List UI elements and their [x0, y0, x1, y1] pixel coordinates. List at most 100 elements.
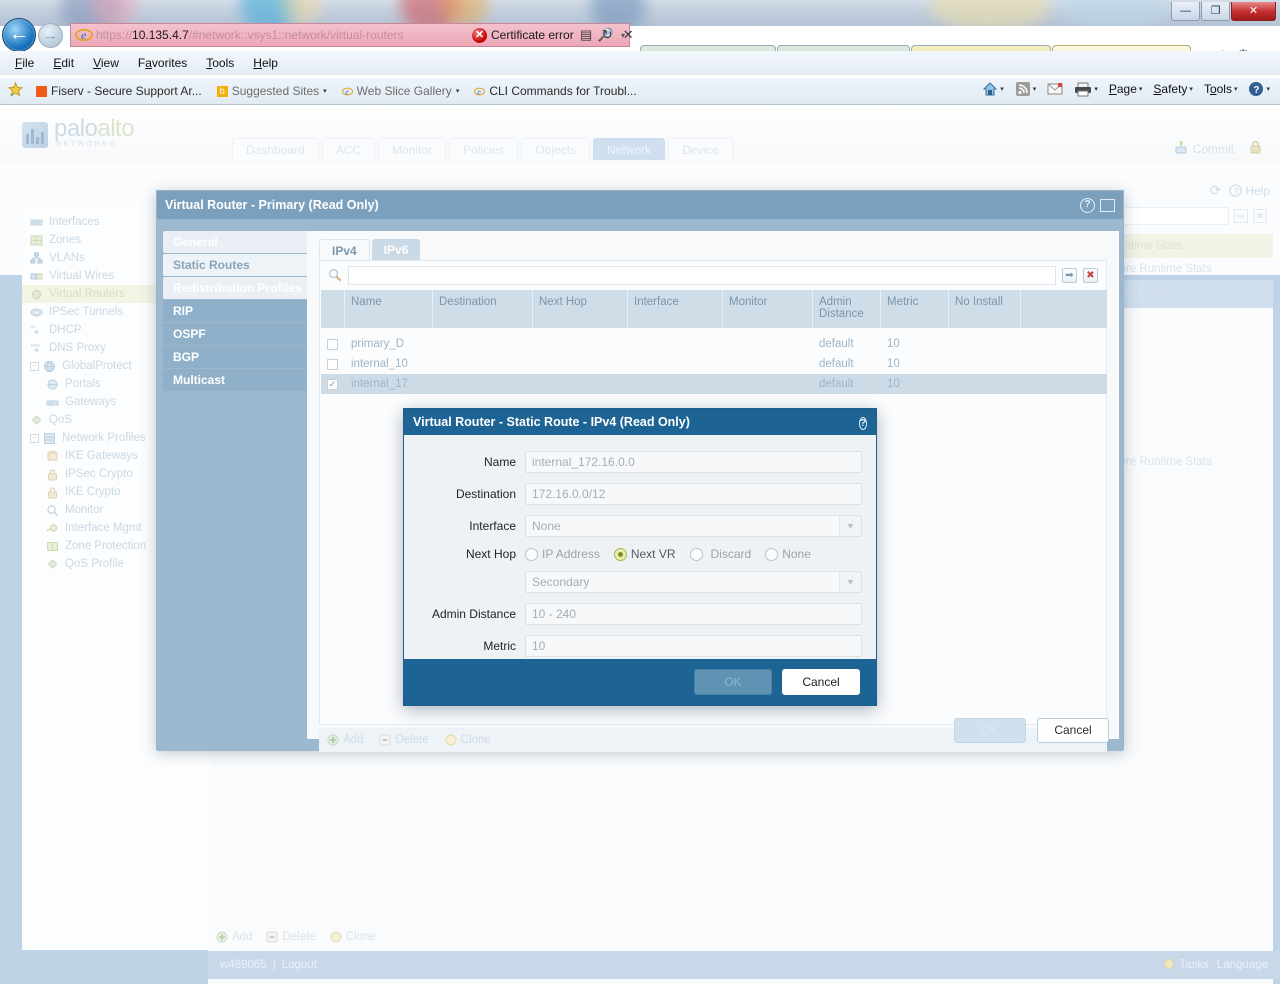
- lock-icon[interactable]: [1249, 140, 1262, 154]
- routes-search-apply-button[interactable]: ➡: [1062, 267, 1077, 283]
- radio-discard[interactable]: Discard: [689, 547, 751, 561]
- cancel-button[interactable]: Cancel: [782, 669, 860, 695]
- back-arrow-icon[interactable]: ←: [2, 18, 36, 52]
- table-row[interactable]: ✓ internal_17 default 10: [321, 374, 1107, 394]
- tab-ipv6[interactable]: IPv6: [371, 239, 421, 261]
- tab-acc[interactable]: ACC: [321, 138, 376, 160]
- vr-tab-general[interactable]: General: [163, 231, 310, 253]
- favorite-item-3[interactable]: e CLI Commands for Troubl...: [468, 82, 642, 100]
- vr-tab-ospf[interactable]: OSPF: [163, 323, 310, 345]
- safety-menu-button[interactable]: Safety ▾: [1149, 81, 1197, 97]
- ip-version-tabs[interactable]: IPv4 IPv6: [319, 239, 421, 261]
- routes-search-clear-button[interactable]: ✖: [1083, 267, 1098, 283]
- home-button[interactable]: ▾: [978, 80, 1008, 98]
- cancel-button[interactable]: Cancel: [1037, 717, 1109, 743]
- tools-menu-button[interactable]: Tools ▾: [1200, 81, 1242, 97]
- menu-bar[interactable]: File Edit View Favorites Tools Help: [0, 51, 1280, 75]
- tab-device[interactable]: Device: [668, 138, 733, 160]
- tasks-button[interactable]: Tasks: [1163, 958, 1209, 973]
- cell-runtime-stats[interactable]: More Runtime Stats: [1102, 284, 1262, 296]
- radio-none[interactable]: None: [765, 547, 811, 561]
- chevron-down-icon[interactable]: ▾: [1094, 85, 1098, 93]
- close-button[interactable]: ✕: [1231, 2, 1276, 21]
- chevron-down-icon[interactable]: ▼: [839, 572, 861, 592]
- pan-main-tabs[interactable]: Dashboard ACC Monitor Policies Objects N…: [232, 138, 733, 160]
- chevron-down-icon[interactable]: ▾: [323, 87, 327, 95]
- tab-dashboard[interactable]: Dashboard: [232, 138, 319, 160]
- chevron-down-icon[interactable]: ▾: [1189, 85, 1193, 93]
- window-controls[interactable]: — ❐ ✕: [1170, 2, 1276, 22]
- menu-help[interactable]: Help: [244, 53, 287, 73]
- stop-icon[interactable]: ✕: [620, 27, 637, 43]
- help-circle-icon[interactable]: ?: [858, 416, 867, 430]
- restore-button[interactable]: ❐: [1201, 2, 1230, 21]
- commit-button[interactable]: Commit: [1174, 140, 1234, 157]
- tab-policies[interactable]: Policies: [449, 138, 519, 160]
- panel-header-icons[interactable]: ⟳ ? Help: [1210, 182, 1270, 199]
- name-field[interactable]: internal_172.16.0.0: [525, 451, 862, 473]
- row-checkbox[interactable]: [327, 338, 338, 350]
- search-apply-button[interactable]: ➡: [1234, 209, 1248, 223]
- certificate-error-badge[interactable]: ✕ Certificate error ▤ ↻ ✕: [472, 24, 637, 46]
- routes-search-input[interactable]: [348, 265, 1056, 285]
- tab-monitor[interactable]: Monitor: [378, 138, 447, 160]
- destination-field[interactable]: 172.16.0.0/12: [525, 483, 862, 505]
- chevron-down-icon[interactable]: ▾: [1000, 85, 1004, 93]
- logout-link[interactable]: Logout: [282, 959, 317, 971]
- collapse-icon[interactable]: −: [30, 433, 39, 443]
- radio-ip-address[interactable]: IP Address: [525, 547, 600, 561]
- forward-arrow-icon[interactable]: →: [38, 23, 63, 48]
- menu-tools[interactable]: Tools: [197, 53, 243, 73]
- read-mail-button[interactable]: [1043, 81, 1067, 97]
- admin-distance-field[interactable]: 10 - 240: [525, 603, 862, 625]
- chevron-down-icon[interactable]: ▾: [1033, 85, 1037, 93]
- table-row[interactable]: primary_D default 10: [321, 334, 1107, 354]
- help-icon[interactable]: ? Help: [1229, 184, 1270, 198]
- table-row[interactable]: internal_10 default 10: [321, 354, 1107, 374]
- ok-button[interactable]: OK: [694, 669, 772, 695]
- row-checkbox[interactable]: ✓: [327, 378, 338, 390]
- interface-select[interactable]: None ▼: [525, 515, 862, 537]
- chevron-down-icon[interactable]: ▾: [456, 87, 460, 95]
- status-right-group[interactable]: Tasks Language: [1163, 958, 1268, 973]
- help-menu-button[interactable]: ? ▾: [1244, 80, 1274, 98]
- search-icon[interactable]: [328, 268, 342, 282]
- ok-button[interactable]: OK: [954, 717, 1026, 743]
- vr-tab-bgp[interactable]: BGP: [163, 346, 310, 368]
- favorite-item-2[interactable]: e Web Slice Gallery ▾: [336, 82, 466, 100]
- help-circle-icon[interactable]: ?: [1080, 197, 1095, 213]
- radio-next-vr[interactable]: Next VR: [613, 547, 676, 561]
- vr-tab-static-routes[interactable]: Static Routes: [163, 254, 310, 276]
- pan-page-toolbar[interactable]: Add Delete Clone: [208, 925, 1273, 949]
- language-button[interactable]: Language: [1217, 959, 1268, 971]
- vr-tab-multicast[interactable]: Multicast: [163, 369, 310, 391]
- routes-search-row[interactable]: ➡ ✖: [320, 261, 1106, 289]
- delete-button[interactable]: Delete: [266, 931, 316, 943]
- add-button[interactable]: Add: [216, 931, 252, 943]
- vr-tab-redistribution-profiles[interactable]: Redistribution Profiles: [163, 277, 310, 299]
- search-clear-button[interactable]: ✖: [1253, 209, 1267, 223]
- tab-ipv4[interactable]: IPv4: [319, 239, 370, 261]
- page-menu-button[interactable]: Page ▾: [1105, 81, 1147, 97]
- print-button[interactable]: ▾: [1070, 81, 1102, 98]
- refresh-icon[interactable]: ⟳: [1210, 182, 1222, 199]
- chevron-down-icon[interactable]: ▾: [1139, 85, 1143, 93]
- menu-file[interactable]: File: [6, 53, 43, 73]
- radio-button[interactable]: [525, 547, 538, 561]
- menu-edit[interactable]: Edit: [44, 53, 83, 73]
- feeds-button[interactable]: ▾: [1011, 80, 1041, 98]
- cell-runtime-stats[interactable]: More Runtime Stats: [1102, 456, 1262, 468]
- minimize-button[interactable]: —: [1171, 2, 1200, 21]
- radio-button-selected[interactable]: [613, 547, 627, 561]
- vr-tab-rip[interactable]: RIP: [163, 300, 310, 322]
- radio-button[interactable]: [765, 547, 779, 561]
- menu-favorites[interactable]: Favorites: [129, 53, 196, 73]
- collapse-icon[interactable]: −: [30, 361, 39, 371]
- cell-runtime-stats[interactable]: More Runtime Stats: [1102, 263, 1262, 275]
- favorite-item-0[interactable]: Fiserv - Secure Support Ar...: [30, 82, 208, 100]
- command-bar[interactable]: ▾ ▾ ▾ Page ▾ Safety ▾ Tools ▾ ? ▾: [978, 80, 1274, 98]
- tab-objects[interactable]: Objects: [521, 138, 591, 160]
- restore-window-icon[interactable]: [1100, 198, 1115, 212]
- metric-field[interactable]: 10: [525, 635, 862, 657]
- refresh-icon[interactable]: ↻: [599, 27, 616, 43]
